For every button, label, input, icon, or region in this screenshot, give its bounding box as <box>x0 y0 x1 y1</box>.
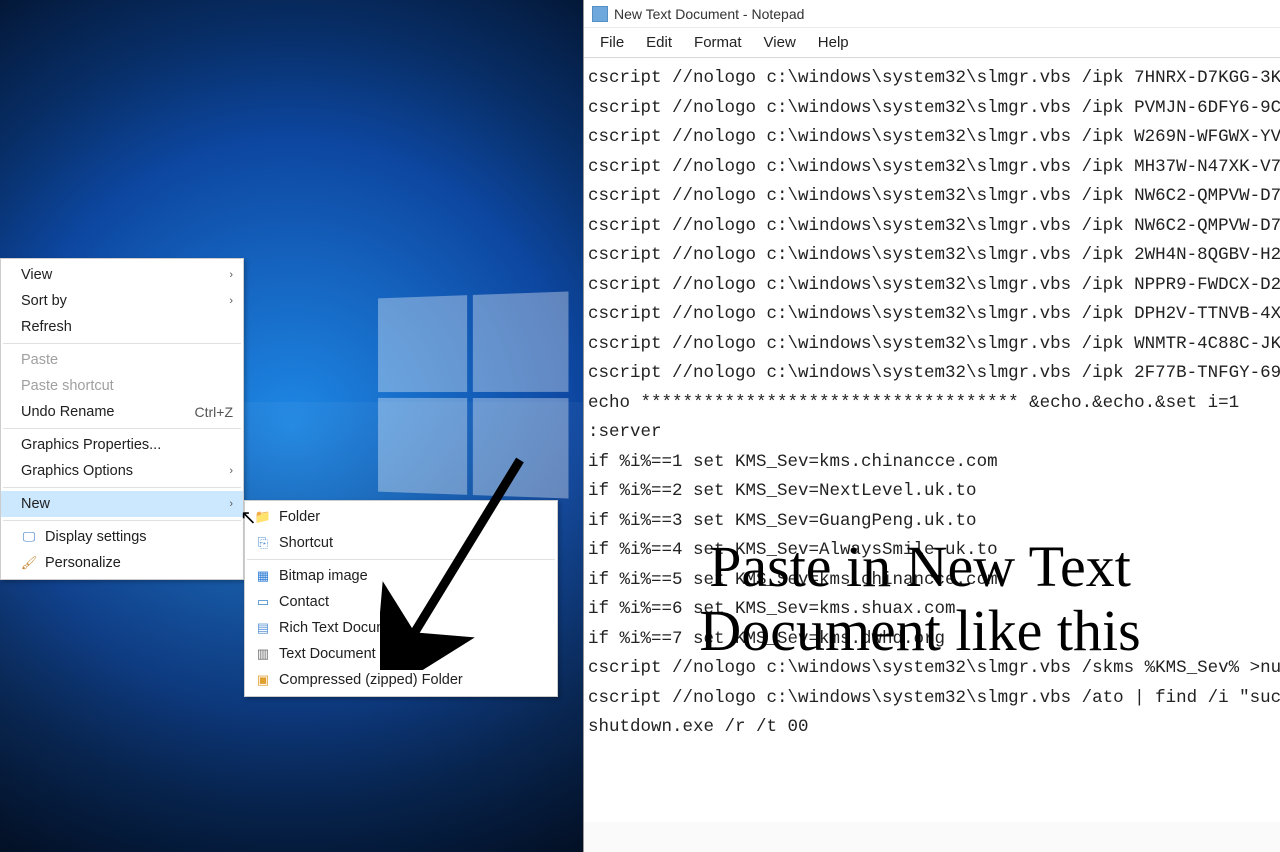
menu-label: Refresh <box>21 319 72 335</box>
menu-graphics-options[interactable]: Graphics Options › <box>1 458 243 484</box>
menu-undo-rename[interactable]: Undo Rename Ctrl+Z <box>1 399 243 425</box>
annotation-arrow-icon <box>380 450 560 670</box>
notepad-icon <box>592 6 608 22</box>
folder-icon: 📁 <box>255 509 271 525</box>
menu-label: Paste shortcut <box>21 378 114 394</box>
menu-label: Folder <box>279 509 320 525</box>
menu-label: Paste <box>21 352 58 368</box>
menu-label: Contact <box>279 594 329 610</box>
submenu-compressed-folder[interactable]: ▣ Compressed (zipped) Folder <box>245 667 557 693</box>
notepad-titlebar[interactable]: New Text Document - Notepad <box>584 0 1280 28</box>
personalize-icon: 🖌 <box>21 555 37 571</box>
menu-file[interactable]: File <box>590 31 634 54</box>
menu-label: View <box>21 267 52 283</box>
menu-label: New <box>21 496 50 512</box>
contact-icon: ▭ <box>255 594 271 610</box>
menu-paste-shortcut: Paste shortcut <box>1 373 243 399</box>
text-document-icon: ▥ <box>255 646 271 662</box>
window-title: New Text Document - Notepad <box>614 6 804 22</box>
menu-shortcut: Ctrl+Z <box>195 404 234 420</box>
shortcut-icon: ⎘ <box>255 535 271 551</box>
chevron-right-icon: › <box>229 269 233 281</box>
notepad-window: New Text Document - Notepad File Edit Fo… <box>583 0 1280 852</box>
menu-help[interactable]: Help <box>808 31 859 54</box>
menu-label: Text Document <box>279 646 376 662</box>
menu-edit[interactable]: Edit <box>636 31 682 54</box>
mouse-cursor-icon: ↖ <box>240 505 257 530</box>
menu-separator <box>3 343 241 344</box>
bitmap-icon: ▦ <box>255 568 271 584</box>
desktop-context-menu: View › Sort by › Refresh Paste Paste sho… <box>0 258 244 580</box>
zip-folder-icon: ▣ <box>255 672 271 688</box>
menu-personalize[interactable]: 🖌 Personalize <box>1 550 243 576</box>
menu-label: Bitmap image <box>279 568 368 584</box>
menu-label: Personalize <box>45 555 121 571</box>
chevron-right-icon: › <box>229 498 233 510</box>
menu-new[interactable]: New › <box>1 491 243 517</box>
menu-label: Graphics Options <box>21 463 133 479</box>
menu-label: Undo Rename <box>21 404 115 420</box>
menu-label: Sort by <box>21 293 67 309</box>
menu-label: Compressed (zipped) Folder <box>279 672 463 688</box>
chevron-right-icon: › <box>229 295 233 307</box>
annotation-text: Paste in New Text Document like this <box>610 535 1230 663</box>
menu-format[interactable]: Format <box>684 31 752 54</box>
document-icon: ▤ <box>255 620 271 636</box>
menu-label: Shortcut <box>279 535 333 551</box>
display-icon: 🖵 <box>21 529 37 545</box>
menu-paste: Paste <box>1 347 243 373</box>
menu-refresh[interactable]: Refresh <box>1 314 243 340</box>
menu-view[interactable]: View <box>754 31 806 54</box>
menu-label: Display settings <box>45 529 147 545</box>
menu-separator <box>3 520 241 521</box>
menu-view[interactable]: View › <box>1 262 243 288</box>
notepad-menubar: File Edit Format View Help <box>584 28 1280 58</box>
menu-separator <box>3 428 241 429</box>
chevron-right-icon: › <box>229 465 233 477</box>
menu-display-settings[interactable]: 🖵 Display settings <box>1 524 243 550</box>
menu-graphics-properties[interactable]: Graphics Properties... <box>1 432 243 458</box>
menu-label: Graphics Properties... <box>21 437 161 453</box>
windows-desktop[interactable]: View › Sort by › Refresh Paste Paste sho… <box>0 0 583 852</box>
status-bar <box>584 822 1280 852</box>
menu-sort-by[interactable]: Sort by › <box>1 288 243 314</box>
menu-separator <box>3 487 241 488</box>
